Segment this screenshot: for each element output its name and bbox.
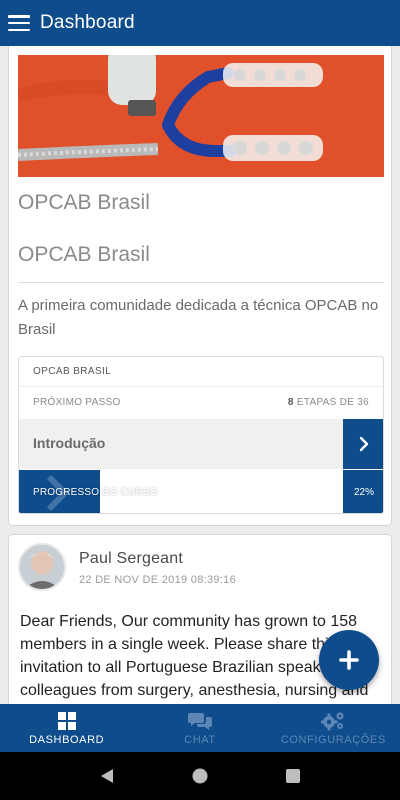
gears-icon [321,711,344,730]
bottom-navigation: DASHBOARD CHAT CONFIGURAÇÕES [0,704,400,752]
course-description: A primeira comunidade dedicada a técnica… [18,297,379,338]
hamburger-menu-icon[interactable] [8,15,30,31]
home-button[interactable] [180,756,220,796]
progress-label: PROGRESSO DO CURSO [33,487,158,498]
plus-icon [339,650,359,670]
home-circle-icon [192,768,208,784]
nav-chat[interactable]: CHAT [133,704,266,752]
current-step-title: Introdução [33,435,106,451]
back-button[interactable] [87,756,127,796]
post-timestamp: 22 DE NOV DE 2019 08:39:16 [79,574,237,586]
chat-bubbles-icon [187,712,212,730]
next-step-button[interactable] [343,419,383,469]
divider [19,386,383,387]
course-box-header: OPCAB BRASIL [33,366,112,377]
nav-chat-label: CHAT [184,733,216,746]
steps-text: ETAPAS DE 36 [296,397,369,408]
next-step-label: PRÓXIMO PASSO [33,397,121,408]
dashboard-grid-icon [57,711,76,730]
progress-percent: 22% [343,470,383,513]
course-cover-image [18,55,384,177]
current-step-row[interactable]: Introdução [19,419,383,469]
course-progress-box: OPCAB BRASIL PRÓXIMO PASSO 8 ETAPAS DE 3… [18,356,384,514]
course-progress-bar: PROGRESSO DO CURSO 22% [19,470,383,513]
page-title: Dashboard [40,12,135,33]
divider [18,282,384,283]
nav-dashboard[interactable]: DASHBOARD [0,704,133,752]
nav-settings[interactable]: CONFIGURAÇÕES [267,704,400,752]
steps-counter: 8 ETAPAS DE 36 [288,397,369,408]
avatar[interactable] [18,543,66,591]
nav-settings-label: CONFIGURAÇÕES [280,733,386,746]
post-author[interactable]: Paul Sergeant [79,550,183,568]
recents-button[interactable] [273,756,313,796]
back-triangle-icon [100,769,113,783]
system-navigation-bar [0,752,400,800]
app-screen: Dashboard OPCAB Brasil OPCAB Brasil A pr… [0,0,400,800]
course-card[interactable]: OPCAB Brasil OPCAB Brasil A primeira com… [8,46,392,526]
chevron-right-icon [359,436,369,452]
course-title: OPCAB Brasil [18,191,150,214]
app-bar: Dashboard [0,0,400,46]
recents-square-icon [286,769,301,783]
nav-dashboard-label: DASHBOARD [29,733,105,746]
course-subtitle: OPCAB Brasil [18,243,150,266]
steps-count: 8 [287,397,294,408]
dashboard-feed[interactable]: OPCAB Brasil OPCAB Brasil A primeira com… [0,46,400,704]
add-post-button[interactable] [319,630,379,690]
